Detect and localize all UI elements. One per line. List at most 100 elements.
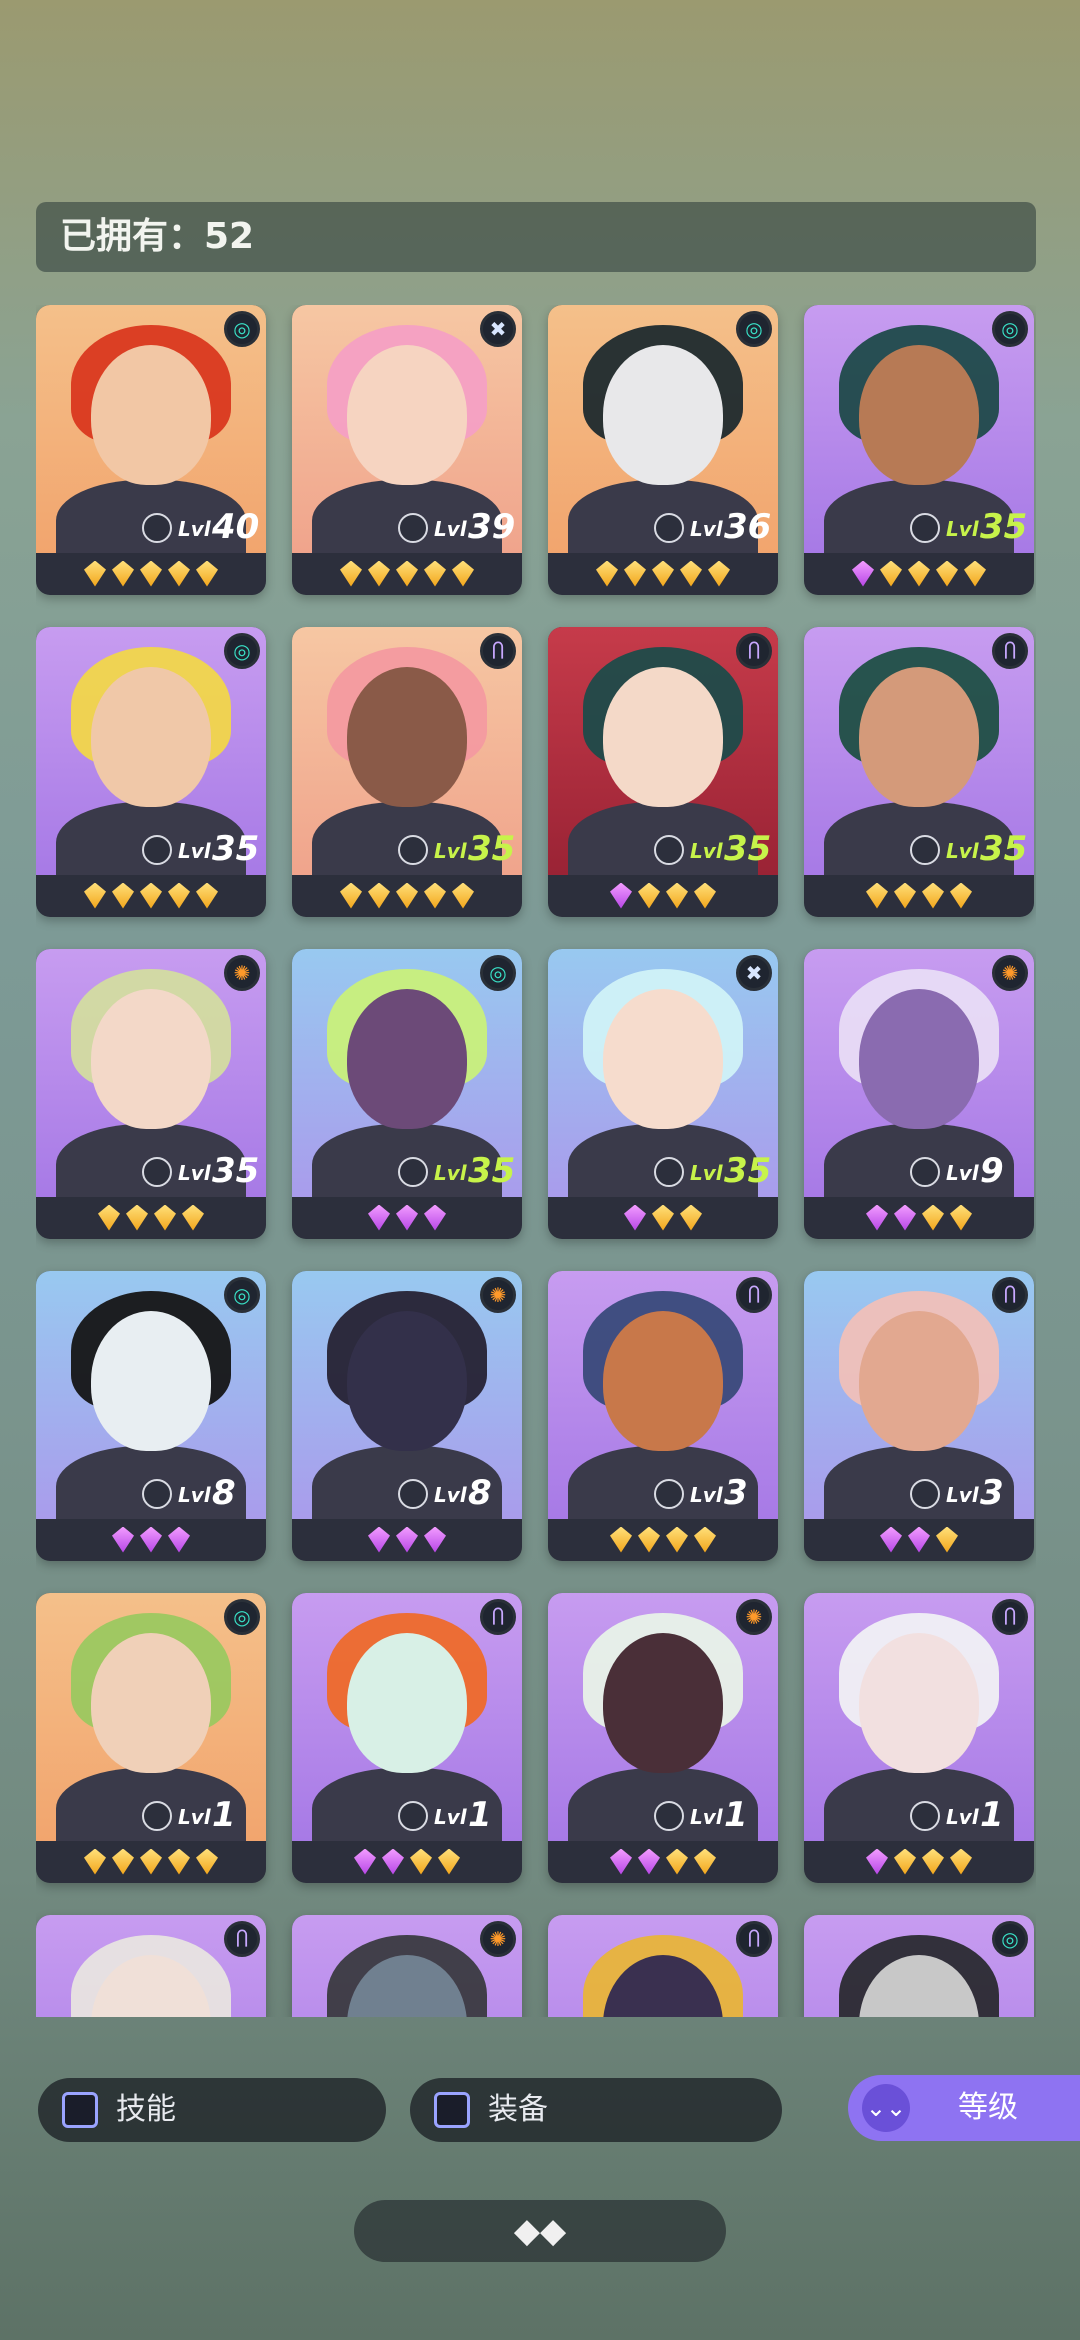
gold-gem-icon xyxy=(894,882,916,909)
hero-face xyxy=(859,1633,979,1773)
hero-face xyxy=(603,1311,723,1451)
equipment-filter-label: 装备 xyxy=(488,2092,548,2127)
hero-card[interactable]: ◎ Lvl 35 xyxy=(804,305,1034,595)
level-progress-icon xyxy=(654,1479,684,1509)
hero-card[interactable]: Ⴖ Lvl 35 xyxy=(548,627,778,917)
hero-face xyxy=(603,1633,723,1773)
gold-gem-icon xyxy=(922,1848,944,1875)
hero-card[interactable]: Ⴖ Lvl 3 xyxy=(548,1271,778,1561)
hero-card[interactable]: ✺ Lvl 35 xyxy=(36,949,266,1239)
level-progress-icon xyxy=(398,513,428,543)
hero-face xyxy=(91,1633,211,1773)
gold-gem-icon xyxy=(936,1526,958,1553)
hero-card[interactable]: ✺ Lvl 1 xyxy=(548,1593,778,1883)
hero-face xyxy=(603,667,723,807)
hero-card[interactable]: ◎ Lvl 1 xyxy=(36,1593,266,1883)
sort-by-level-button[interactable]: ⌄⌄ 等级 xyxy=(848,2075,1080,2141)
purple-gem-icon xyxy=(396,1526,418,1553)
hero-card[interactable]: ✖ Lvl 39 xyxy=(292,305,522,595)
hero-card[interactable]: ◎ Lvl 35 xyxy=(292,949,522,1239)
level-prefix: Lvl xyxy=(178,1483,211,1507)
level-progress-icon xyxy=(910,835,940,865)
purple-gem-icon xyxy=(424,1204,446,1231)
sun-element-icon: ✺ xyxy=(224,955,260,991)
hero-level-row: Lvl 35 xyxy=(804,827,1034,873)
hero-card[interactable]: ◎ Lvl 36 xyxy=(548,305,778,595)
gold-gem-icon xyxy=(112,560,134,587)
hero-card[interactable]: ◎ Lvl 8 xyxy=(36,1271,266,1561)
hero-level: 9 xyxy=(980,1151,1004,1191)
gold-gem-icon xyxy=(196,1848,218,1875)
cross-element-icon: ✖ xyxy=(736,955,772,991)
gold-gem-icon xyxy=(438,1848,460,1875)
hero-level: 1 xyxy=(212,1795,236,1835)
hero-level: 3 xyxy=(724,1473,748,1513)
wind-element-icon: ◎ xyxy=(480,955,516,991)
collapse-handle-button[interactable]: ◆◆ xyxy=(354,2200,726,2262)
skill-filter-toggle[interactable]: 技能 xyxy=(38,2078,386,2142)
gold-gem-icon xyxy=(112,882,134,909)
gold-gem-icon xyxy=(154,1204,176,1231)
hero-card[interactable]: Ⴖ xyxy=(548,1915,778,2017)
purple-gem-icon xyxy=(382,1848,404,1875)
hero-card[interactable]: Ⴖ Lvl 35 xyxy=(292,627,522,917)
hero-level-row: Lvl 1 xyxy=(548,1793,778,1839)
equipment-filter-toggle[interactable]: 装备 xyxy=(410,2078,782,2142)
hero-level-row: Lvl 35 xyxy=(292,1149,522,1195)
level-progress-icon xyxy=(654,1157,684,1187)
hero-card[interactable]: ✺ xyxy=(292,1915,522,2017)
purple-gem-icon xyxy=(354,1848,376,1875)
hero-level-row: Lvl 3 xyxy=(804,1471,1034,1517)
hero-card[interactable]: ✖ Lvl 35 xyxy=(548,949,778,1239)
level-progress-icon xyxy=(910,1479,940,1509)
hero-level-row: Lvl 39 xyxy=(292,505,522,551)
hero-level-row: Lvl 8 xyxy=(36,1471,266,1517)
hero-face xyxy=(347,1311,467,1451)
hero-level: 1 xyxy=(980,1795,1004,1835)
level-progress-icon xyxy=(142,1801,172,1831)
level-progress-icon xyxy=(398,1479,428,1509)
hero-grid: ◎ Lvl 40 ✖ Lvl 39 ◎ Lvl 36 ◎ Lvl 35 ◎ Lvl 35 Ⴖ Lvl 35 Ⴖ Lvl… xyxy=(36,305,1036,2017)
purple-gem-icon xyxy=(908,1526,930,1553)
sun-element-icon: ✺ xyxy=(736,1599,772,1635)
level-progress-icon xyxy=(142,513,172,543)
hero-card[interactable]: ✺ Lvl 9 xyxy=(804,949,1034,1239)
hero-card[interactable]: Ⴖ xyxy=(36,1915,266,2017)
hero-rarity-gems xyxy=(548,879,778,911)
level-progress-icon xyxy=(910,513,940,543)
gold-gem-icon xyxy=(140,882,162,909)
wind-element-icon: ◎ xyxy=(992,1921,1028,1957)
hero-level: 8 xyxy=(212,1473,236,1513)
level-progress-icon xyxy=(398,1801,428,1831)
hero-card[interactable]: ◎ Lvl 40 xyxy=(36,305,266,595)
hero-card[interactable]: ✺ Lvl 8 xyxy=(292,1271,522,1561)
equipment-checkbox-icon[interactable] xyxy=(434,2092,470,2128)
hero-card[interactable]: Ⴖ Lvl 1 xyxy=(292,1593,522,1883)
hero-level: 35 xyxy=(724,829,772,869)
hero-card[interactable]: Ⴖ Lvl 35 xyxy=(804,627,1034,917)
hero-card[interactable]: Ⴖ Lvl 1 xyxy=(804,1593,1034,1883)
gold-gem-icon xyxy=(680,560,702,587)
level-progress-icon xyxy=(142,1157,172,1187)
hero-level-row: Lvl 35 xyxy=(36,1149,266,1195)
hero-level: 8 xyxy=(468,1473,492,1513)
skill-checkbox-icon[interactable] xyxy=(62,2092,98,2128)
hero-card[interactable]: ◎ Lvl 35 xyxy=(36,627,266,917)
hero-level-row: Lvl 1 xyxy=(36,1793,266,1839)
gold-gem-icon xyxy=(168,1848,190,1875)
hero-card[interactable]: ◎ xyxy=(804,1915,1034,2017)
hero-level-row: Lvl 35 xyxy=(548,827,778,873)
hero-card[interactable]: Ⴖ Lvl 3 xyxy=(804,1271,1034,1561)
arcane-element-icon: Ⴖ xyxy=(480,1599,516,1635)
hero-rarity-gems xyxy=(36,557,266,589)
purple-gem-icon xyxy=(624,1204,646,1231)
level-prefix: Lvl xyxy=(178,1805,211,1829)
hero-level-row: Lvl 35 xyxy=(548,1149,778,1195)
hero-rarity-gems xyxy=(804,1523,1034,1555)
hero-face xyxy=(859,345,979,485)
hero-level-row: Lvl 40 xyxy=(36,505,266,551)
gold-gem-icon xyxy=(666,1526,688,1553)
hero-level-row: Lvl 9 xyxy=(804,1149,1034,1195)
hero-rarity-gems xyxy=(36,1845,266,1877)
hero-face xyxy=(347,345,467,485)
